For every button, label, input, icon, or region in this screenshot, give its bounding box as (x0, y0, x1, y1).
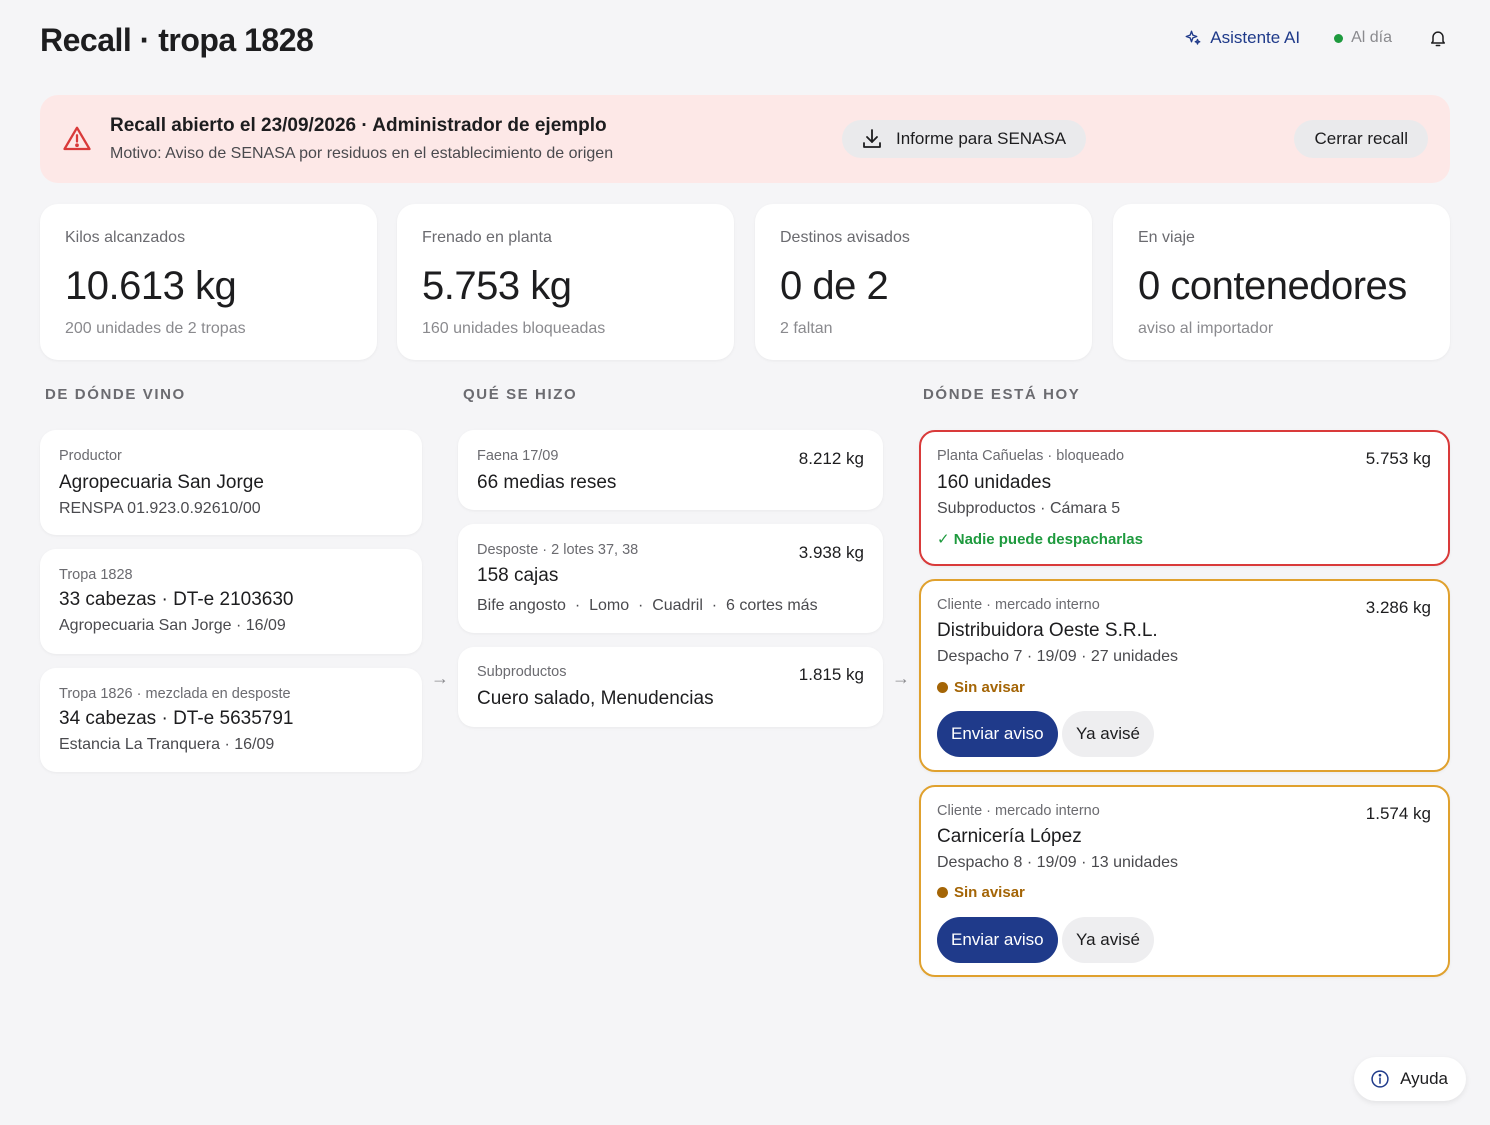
sparkle-icon (1185, 30, 1201, 45)
card-sub: Despacho 7 · 19/09 · 27 unidades (937, 648, 1179, 665)
senasa-report-button[interactable]: Informe para SENASA (842, 120, 1087, 158)
card-sub: RENSPA 01.923.0.92610/00 (59, 500, 261, 517)
card-weight: 3.286 kg (1365, 598, 1431, 617)
header: Recall · tropa 1828 Asistente AI Al día (40, 20, 1450, 60)
warning-triangle-icon (63, 126, 91, 151)
stat-sub: 2 faltan (780, 320, 833, 337)
card-kicker: Desposte · 2 lotes 37, 38 (477, 542, 639, 558)
process-card-deboning[interactable]: Desposte · 2 lotes 37, 38 3.938 kg 158 c… (458, 524, 883, 633)
card-weight: 3.938 kg (798, 543, 864, 562)
card-weight: 8.212 kg (798, 449, 864, 468)
card-kicker: Tropa 1828 (59, 567, 133, 583)
assistant-ai-label: Asistente AI (1210, 28, 1301, 47)
status-label: Sin avisar (954, 884, 1025, 901)
unnotified-status: Sin avisar (937, 679, 1025, 696)
status-dot-icon (937, 682, 948, 693)
card-title: 66 medias reses (477, 472, 617, 493)
stat-destinations-notified: Destinos avisados 0 de 2 2 faltan (755, 204, 1092, 360)
stat-value: 5.753 kg (422, 264, 572, 308)
bell-icon (1431, 31, 1445, 47)
stat-label: Kilos alcanzados (65, 229, 186, 246)
stat-sub: aviso al importador (1138, 320, 1274, 337)
card-sub: Agropecuaria San Jorge · 16/09 (59, 617, 286, 634)
status-dot-icon (1334, 33, 1344, 43)
cuts-list: Bife angosto · Lomo · Cuadril · 6 cortes… (477, 597, 818, 614)
unnotified-status: Sin avisar (937, 884, 1025, 901)
destination-card-plant[interactable]: Planta Cañuelas · bloqueado 5.753 kg 160… (919, 430, 1450, 566)
sync-status: Al día (1334, 29, 1392, 47)
already-notified-button[interactable]: Ya avisé (1062, 711, 1154, 757)
stat-held-in-plant: Frenado en planta 5.753 kg 160 unidades … (397, 204, 734, 360)
stat-value: 10.613 kg (65, 264, 237, 308)
destination-card-distribuidora[interactable]: Cliente · mercado interno 3.286 kg Distr… (919, 579, 1450, 772)
card-title: Agropecuaria San Jorge (59, 472, 264, 493)
close-recall-button[interactable]: Cerrar recall (1294, 120, 1428, 158)
origin-card-tropa-1828[interactable]: Tropa 1828 33 cabezas · DT-e 2103630 Agr… (40, 549, 422, 654)
card-sub: Estancia La Tranquera · 16/09 (59, 736, 275, 753)
download-icon (863, 129, 881, 148)
recall-banner: Recall abierto el 23/09/2026 · Administr… (40, 95, 1450, 183)
card-kicker: Subproductos (477, 664, 567, 680)
assistant-ai-button[interactable]: Asistente AI (1184, 28, 1300, 48)
card-title: 33 cabezas · DT-e 2103630 (59, 589, 294, 610)
card-title: Cuero salado, Menudencias (477, 688, 714, 709)
card-kicker: Faena 17/09 (477, 448, 559, 464)
card-kicker: Cliente · mercado interno (937, 597, 1100, 613)
card-kicker: Productor (59, 448, 122, 464)
card-title: Carnicería López (937, 826, 1082, 847)
arrow-right-icon: → (892, 668, 910, 688)
sync-status-label: Al día (1351, 29, 1392, 46)
process-card-slaughter[interactable]: Faena 17/09 8.212 kg 66 medias reses (458, 430, 883, 510)
origin-card-tropa-1826[interactable]: Tropa 1826 · mezclada en desposte 34 cab… (40, 668, 422, 772)
help-label: Ayuda (1400, 1069, 1448, 1088)
senasa-report-label: Informe para SENASA (896, 129, 1067, 148)
send-notice-button[interactable]: Enviar aviso (937, 711, 1058, 757)
card-title: Distribuidora Oeste S.R.L. (937, 620, 1158, 641)
stat-sub: 160 unidades bloqueadas (422, 320, 606, 337)
already-notified-button[interactable]: Ya avisé (1062, 917, 1154, 963)
stat-value: 0 contenedores (1138, 264, 1407, 308)
stat-in-transit: En viaje 0 contenedores aviso al importa… (1113, 204, 1450, 360)
stat-label: Destinos avisados (780, 229, 910, 246)
card-title: 160 unidades (937, 472, 1052, 493)
send-notice-button[interactable]: Enviar aviso (937, 917, 1058, 963)
card-weight: 1.574 kg (1365, 804, 1431, 823)
origin-card-producer[interactable]: Productor Agropecuaria San Jorge RENSPA … (40, 430, 422, 535)
stat-label: En viaje (1138, 229, 1195, 246)
card-kicker: Planta Cañuelas · bloqueado (937, 448, 1125, 464)
blocked-status: ✓ Nadie puede despacharlas (937, 531, 1143, 548)
notifications-button[interactable] (1426, 26, 1450, 50)
help-button[interactable]: Ayuda (1354, 1057, 1466, 1101)
process-card-byproducts[interactable]: Subproductos 1.815 kg Cuero salado, Menu… (458, 647, 883, 727)
info-icon (1371, 1070, 1389, 1088)
card-sub: Despacho 8 · 19/09 · 13 unidades (937, 854, 1179, 871)
section-label-destination: DÓNDE ESTÁ HOY (923, 386, 1081, 403)
stat-label: Frenado en planta (422, 229, 552, 246)
banner-reason: Motivo: Aviso de SENASA por residuos en … (110, 145, 614, 162)
card-sub: Subproductos · Cámara 5 (937, 500, 1121, 517)
stat-kilos-reached: Kilos alcanzados 10.613 kg 200 unidades … (40, 204, 377, 360)
status-dot-icon (937, 887, 948, 898)
card-title: 34 cabezas · DT-e 5635791 (59, 708, 294, 729)
destination-card-carniceria[interactable]: Cliente · mercado interno 1.574 kg Carni… (919, 785, 1450, 977)
header-actions: Asistente AI Al día (1184, 26, 1450, 50)
status-label: Sin avisar (954, 679, 1025, 696)
card-title: 158 cajas (477, 565, 559, 586)
card-kicker: Tropa 1826 · mezclada en desposte (59, 686, 291, 702)
card-weight: 5.753 kg (1365, 449, 1431, 468)
arrow-right-icon: → (431, 668, 449, 688)
banner-title: Recall abierto el 23/09/2026 · Administr… (110, 115, 607, 136)
section-label-process: QUÉ SE HIZO (463, 386, 578, 403)
stat-sub: 200 unidades de 2 tropas (65, 320, 246, 337)
card-weight: 1.815 kg (798, 665, 864, 684)
section-label-origin: DE DÓNDE VINO (45, 386, 186, 403)
stat-value: 0 de 2 (780, 264, 889, 308)
card-kicker: Cliente · mercado interno (937, 803, 1100, 819)
